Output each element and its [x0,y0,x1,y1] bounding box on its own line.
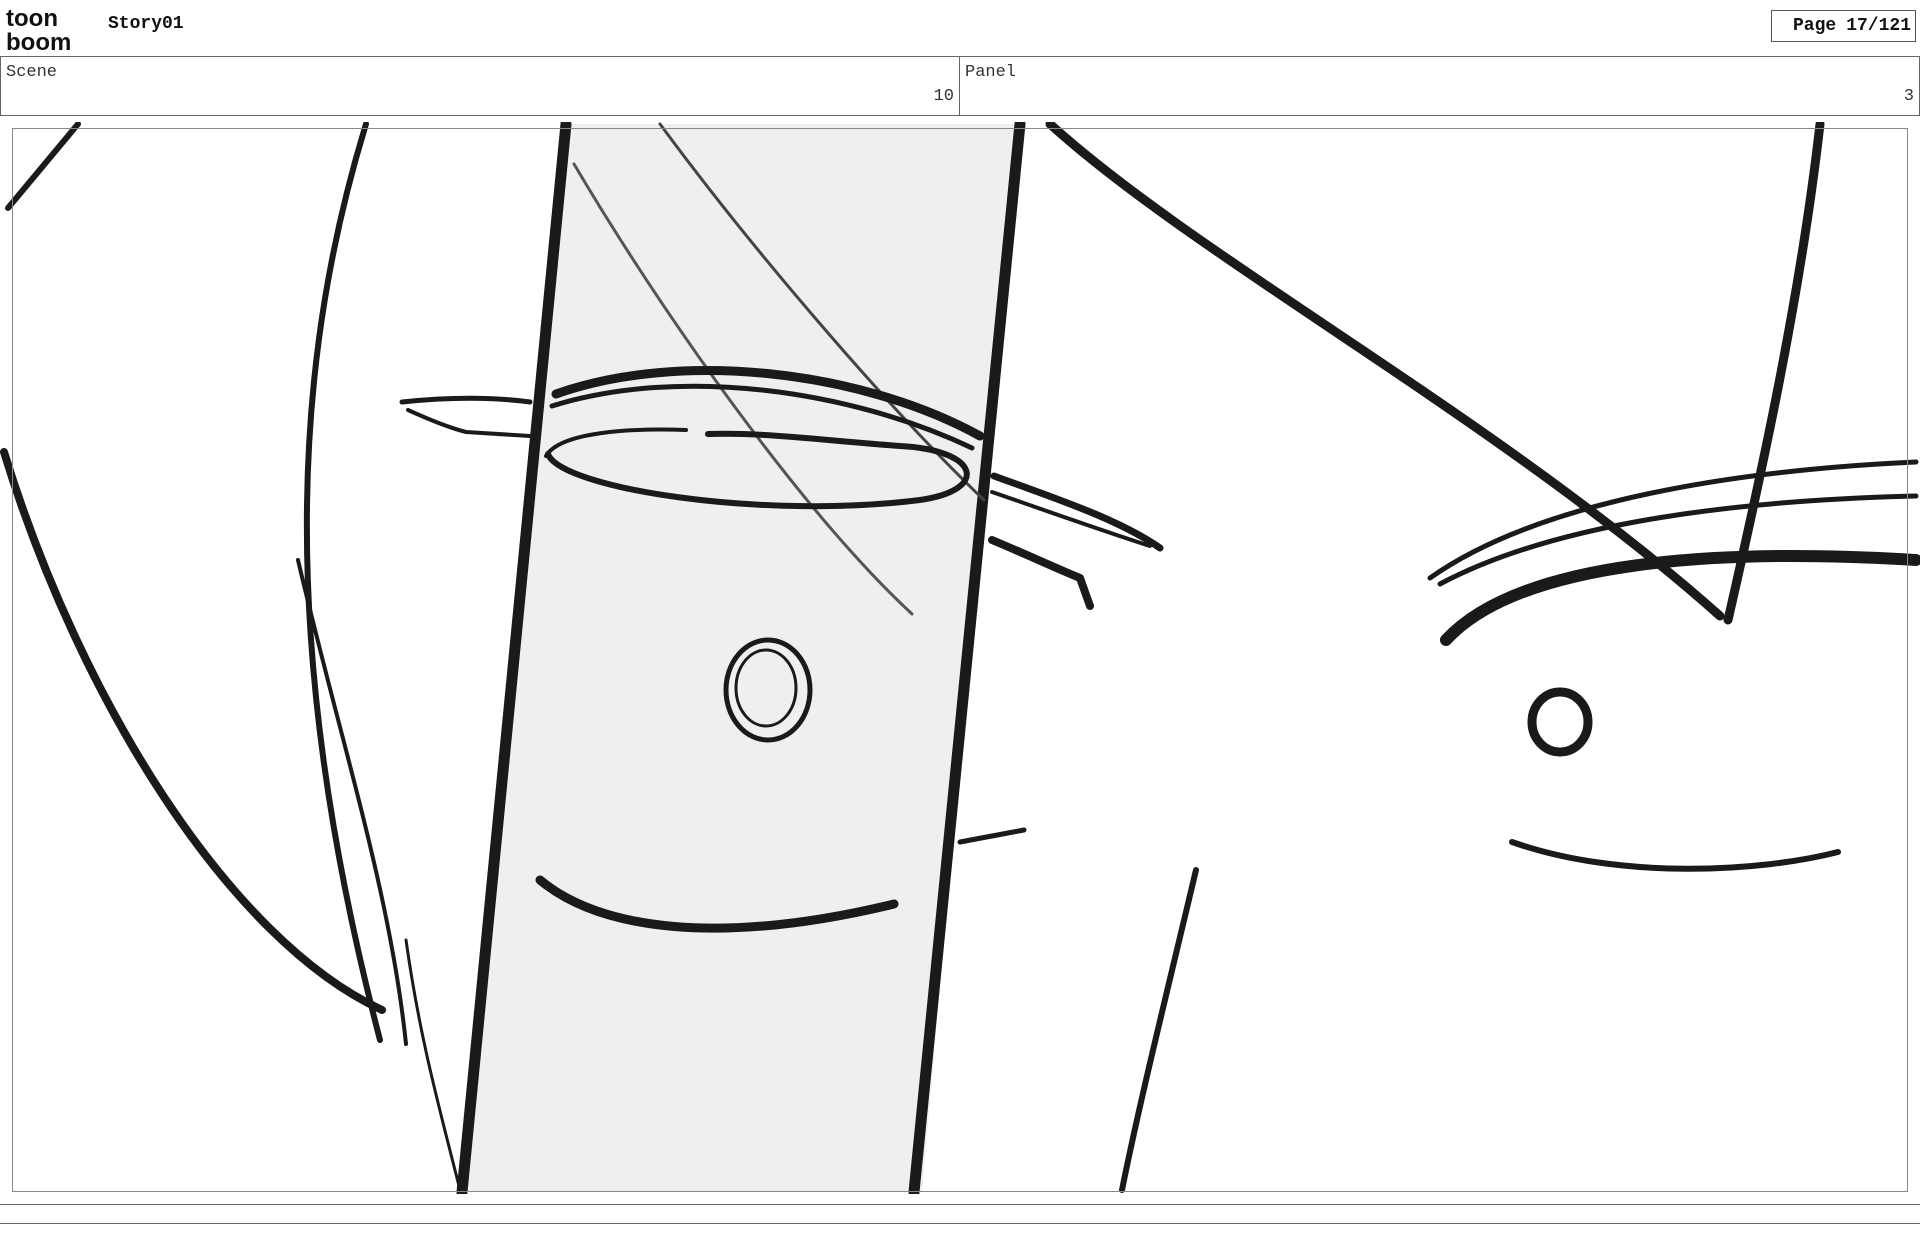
logo-text-top: toon [6,5,58,32]
scene-cell: Scene 10 [0,57,960,115]
panel-label: Panel [965,63,1017,82]
sketch-drawing [0,122,1920,1194]
stroke-brow-left-1 [399,395,533,405]
page-value: 17/121 [1846,16,1911,36]
stroke-cheek [988,536,1094,610]
stroke-hair-right [1723,122,1825,625]
page-label: Page [1792,16,1837,36]
eye-right [1527,687,1593,757]
stroke-hair-3 [404,938,462,1192]
panel-cell: Panel 3 [960,57,1920,115]
stroke-brow-outside-2 [990,490,1152,548]
stroke-brow-right-3 [1440,550,1920,646]
scene-label: Scene [6,63,58,82]
stroke-jaw [1119,867,1199,1193]
scene-value: 10 [933,87,954,106]
footer-bar [0,1204,1920,1224]
stroke-mouth-right [1509,839,1841,872]
stroke-dash [957,827,1027,845]
stroke-brow-right-2 [1437,493,1919,587]
panel-value: 3 [1903,87,1914,106]
page-header: toon boom Story01 Page 17/121 [0,0,1920,56]
stroke-corner [5,122,81,211]
storyboard-frame [0,122,1920,1194]
stroke-left-curve [0,448,386,1014]
toonboom-logo: toon boom [6,5,71,52]
scene-panel-row: Scene 10 Panel 3 [0,56,1920,116]
stroke-hair-1 [303,122,383,1043]
story-title: Story01 [108,14,184,34]
page-counter: Page 17/121 [1771,10,1916,42]
stroke-brow-left-2 [406,408,532,438]
logo-text-bottom: boom [6,29,71,52]
stroke-brow-outside-1 [990,472,1164,552]
